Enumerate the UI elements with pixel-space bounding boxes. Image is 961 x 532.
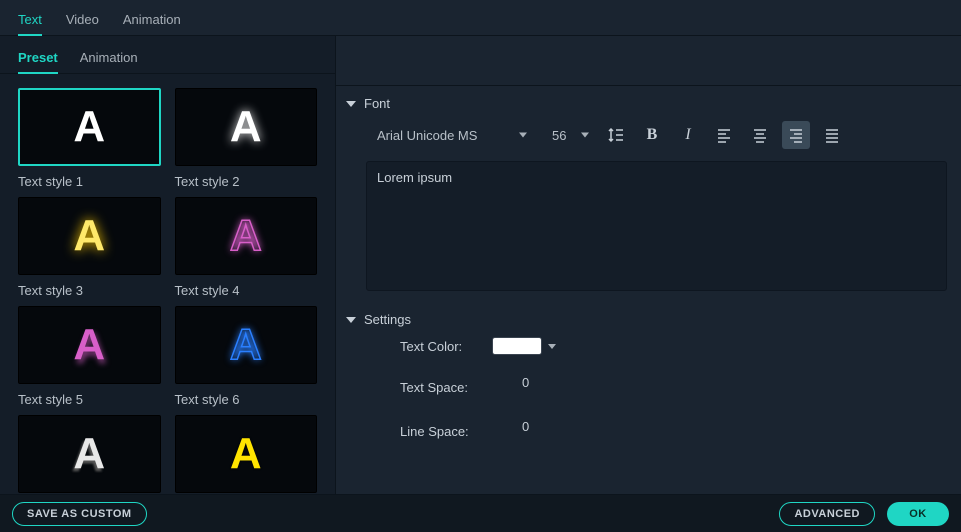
font-family-value: Arial Unicode MS <box>377 128 477 143</box>
text-color-picker[interactable] <box>492 337 556 355</box>
preset-glyph: A <box>73 432 105 476</box>
preset-label: Text style 5 <box>18 392 161 407</box>
section-font-header[interactable]: Font <box>346 92 947 121</box>
preset-label: Text style 4 <box>175 283 318 298</box>
preset-item[interactable]: A Text style 1 <box>18 88 161 189</box>
preset-thumb: A <box>175 415 318 493</box>
subtab-animation[interactable]: Animation <box>80 44 138 73</box>
preset-glyph: A <box>230 105 262 149</box>
bold-button[interactable]: B <box>638 121 666 149</box>
preset-label: Text style 1 <box>18 174 161 189</box>
preset-thumb: A <box>175 306 318 384</box>
preset-thumb: A <box>18 88 161 166</box>
line-space-label: Line Space: <box>400 424 492 439</box>
font-size-value: 56 <box>552 128 566 143</box>
preset-item[interactable]: A Text style 2 <box>175 88 318 189</box>
text-color-label: Text Color: <box>400 339 492 354</box>
preset-glyph: A <box>73 214 105 258</box>
preset-thumb: A <box>18 197 161 275</box>
preset-glyph: A <box>230 432 262 476</box>
text-content-input[interactable] <box>366 161 947 291</box>
preset-item[interactable]: AText style 8 <box>175 415 318 494</box>
section-settings-header[interactable]: Settings <box>346 308 947 337</box>
align-justify-button[interactable] <box>818 121 846 149</box>
advanced-button[interactable]: ADVANCED <box>779 502 875 526</box>
tab-text[interactable]: Text <box>18 6 42 36</box>
text-color-swatch <box>492 337 542 355</box>
preset-label: Text style 3 <box>18 283 161 298</box>
align-left-button[interactable] <box>710 121 738 149</box>
preset-panel: Preset Animation AText style 1AText styl… <box>0 36 336 494</box>
properties-panel: Font Arial Unicode MS 56 B I <box>336 36 961 494</box>
font-toolbar: Arial Unicode MS 56 B I <box>346 121 947 149</box>
preset-thumb: A <box>175 88 318 166</box>
preset-glyph: A <box>73 105 105 149</box>
preset-thumb: A <box>175 197 318 275</box>
section-font-label: Font <box>364 96 390 111</box>
preset-glyph: A <box>230 323 262 367</box>
preset-label: Text style 2 <box>175 174 318 189</box>
save-as-custom-button[interactable]: SAVE AS CUSTOM <box>12 502 147 526</box>
preset-item[interactable]: AText style 7 <box>18 415 161 494</box>
section-settings-label: Settings <box>364 312 411 327</box>
preset-item[interactable]: A Text style 5 <box>18 306 161 407</box>
align-right-button[interactable] <box>782 121 810 149</box>
preset-item[interactable]: A Text style 4 <box>175 197 318 298</box>
top-tabs: Text Video Animation <box>0 0 961 36</box>
chevron-down-icon <box>346 317 356 323</box>
tab-video[interactable]: Video <box>66 6 99 35</box>
italic-button[interactable]: I <box>674 121 702 149</box>
tab-animation[interactable]: Animation <box>123 6 181 35</box>
line-space-input[interactable]: 0 <box>492 419 552 443</box>
text-space-input[interactable]: 0 <box>492 375 552 399</box>
preset-thumb: A <box>18 415 161 493</box>
preset-thumb: A <box>18 306 161 384</box>
chevron-down-icon <box>346 101 356 107</box>
line-spacing-icon[interactable] <box>602 121 630 149</box>
font-size-select[interactable]: 56 <box>544 122 594 148</box>
text-space-label: Text Space: <box>400 380 492 395</box>
preset-item[interactable]: A Text style 6 <box>175 306 318 407</box>
subtab-preset[interactable]: Preset <box>18 44 58 74</box>
preset-item[interactable]: A Text style 3 <box>18 197 161 298</box>
preset-glyph: A <box>73 323 105 367</box>
footer: SAVE AS CUSTOM ADVANCED OK <box>0 494 961 532</box>
properties-header-blank <box>336 36 961 86</box>
align-center-button[interactable] <box>746 121 774 149</box>
preset-label: Text style 6 <box>175 392 318 407</box>
ok-button[interactable]: OK <box>887 502 949 526</box>
preset-grid: AText style 1AText style 2AText style 3A… <box>0 74 335 494</box>
sub-tabs: Preset Animation <box>0 36 335 74</box>
font-family-select[interactable]: Arial Unicode MS <box>366 122 536 148</box>
preset-glyph: A <box>230 214 262 258</box>
